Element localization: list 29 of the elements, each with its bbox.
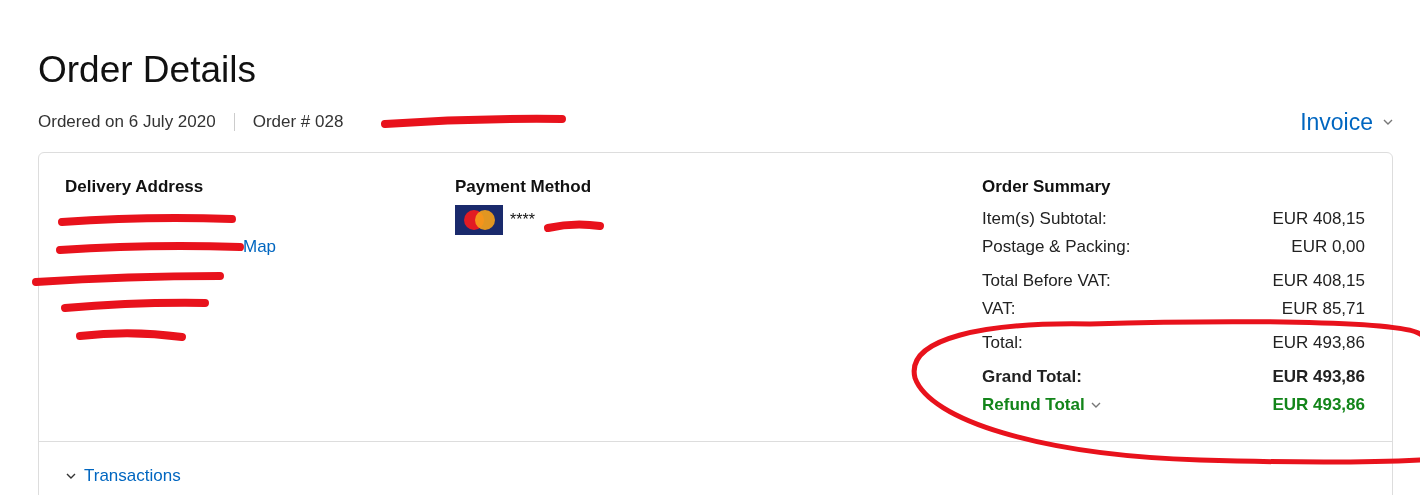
- section-heading: Delivery Address: [65, 176, 205, 198]
- summary-label: Total:: [982, 333, 1023, 353]
- section-heading: Payment Method: [455, 176, 593, 198]
- summary-label: Total Before VAT:: [982, 271, 1111, 291]
- page-title: Order Details: [38, 48, 257, 92]
- caret-icon: [1090, 402, 1101, 408]
- summary-label[interactable]: Refund Total: [982, 395, 1101, 415]
- summary-label: Postage & Packing:: [982, 237, 1131, 257]
- map-link[interactable]: Map: [243, 237, 277, 257]
- caret-icon: [1383, 119, 1393, 125]
- summary-amount: EUR 408,15: [1272, 209, 1365, 229]
- summary-label: Item(s) Subtotal:: [982, 209, 1107, 229]
- invoice-dropdown[interactable]: Invoice: [1300, 108, 1393, 136]
- redaction-scribble: [544, 220, 604, 232]
- section-heading: Order Summary: [982, 176, 1112, 198]
- summary-amount: EUR 0,00: [1291, 237, 1365, 257]
- transactions-toggle[interactable]: Transactions: [39, 442, 181, 486]
- order-date: Ordered on 6 July 2020: [38, 112, 216, 132]
- summary-amount: EUR 493,86: [1272, 367, 1365, 387]
- summary-amount: EUR 493,86: [1272, 333, 1365, 353]
- summary-label: VAT:: [982, 299, 1016, 319]
- chevron-icon: [66, 473, 76, 479]
- order-number: Order # 028: [252, 112, 344, 132]
- summary-amount: EUR 408,15: [1272, 271, 1365, 291]
- card-logo-icon: [455, 205, 503, 235]
- summary-amount: EUR 493,86: [1272, 395, 1365, 415]
- summary-amount: EUR 85,71: [1281, 299, 1365, 319]
- summary-label: Grand Total:: [982, 367, 1082, 387]
- card-number: ****: [510, 211, 535, 229]
